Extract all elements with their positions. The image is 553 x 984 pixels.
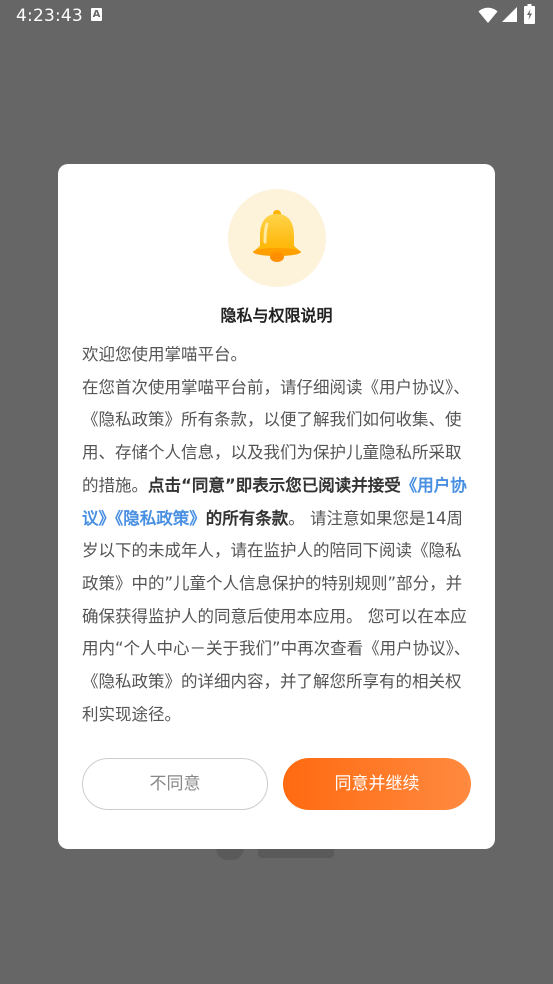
privacy-dialog: 隐私与权限说明 欢迎您使用掌喵平台。 在您首次使用掌喵平台前，请仔细阅读《用户协… — [58, 164, 495, 849]
consent-notice-text: 点击“同意”即表示您已阅读并接受 — [148, 475, 401, 495]
battery-charging-icon — [524, 4, 535, 24]
welcome-paragraph: 欢迎您使用掌喵平台。 — [82, 345, 247, 364]
all-terms-text: 的所有条款 — [205, 508, 289, 528]
status-time: 4:23:43 — [16, 6, 83, 26]
status-bar: 4:23:43 A — [0, 0, 553, 32]
disagree-button[interactable]: 不同意 — [82, 758, 268, 810]
privacy-text-end: 。 请注意如果您是14周岁以下的未成年人，请在监护人的陪同下阅读《隐私政策》中的… — [82, 508, 471, 724]
a-notification-icon: A — [91, 8, 102, 21]
bell-icon — [253, 210, 301, 262]
wifi-icon — [478, 7, 498, 23]
privacy-policy-link[interactable]: 《隐私政策》 — [115, 509, 206, 528]
agree-continue-button[interactable]: 同意并继续 — [283, 758, 471, 810]
privacy-paragraph: 在您首次使用掌喵平台前，请仔细阅读《用户协议》、《隐私政策》所有条款，以便了解我… — [82, 372, 472, 732]
bell-icon-badge — [228, 189, 326, 287]
dialog-title: 隐私与权限说明 — [220, 306, 333, 325]
dialog-content: 欢迎您使用掌喵平台。 在您首次使用掌喵平台前，请仔细阅读《用户协议》、《隐私政策… — [82, 339, 472, 731]
cell-signal-icon — [502, 7, 517, 22]
